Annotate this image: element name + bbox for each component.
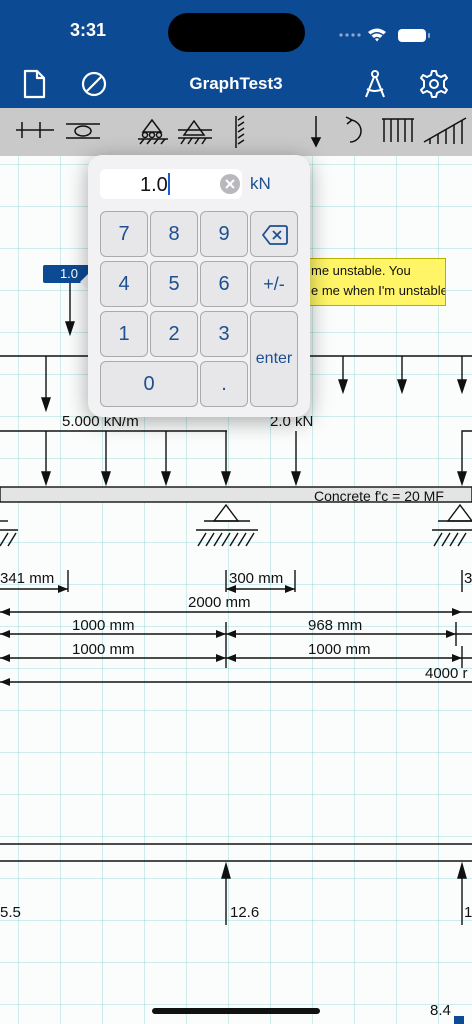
dist-load-arrows: [41, 431, 231, 487]
value-input[interactable]: 1.0: [100, 169, 242, 199]
dim-1000a-label: 1000 mm: [72, 617, 135, 634]
support-right: [432, 503, 472, 547]
key-8[interactable]: 8: [150, 211, 198, 257]
structure-diagram: [0, 283, 472, 1024]
point-load-2kn: [291, 431, 301, 487]
enter-key[interactable]: enter: [250, 311, 298, 407]
key-2[interactable]: 2: [150, 311, 198, 357]
dim-968-label: 968 mm: [308, 617, 363, 634]
value-text: 1.0: [140, 174, 168, 196]
key-4[interactable]: 4: [100, 261, 148, 307]
reaction-bottom-label: 8.4: [430, 1002, 451, 1019]
dim-2000-label: 2000 mm: [188, 594, 251, 611]
dim-341-label: 341 mm: [0, 570, 55, 587]
numeric-keypad-popup: 1.0 kN 7 8 9 4 5 6 +/- 1 2 3 enter 0 .: [88, 155, 310, 417]
dim-3-label: 3: [464, 570, 472, 587]
key-3[interactable]: 3: [200, 311, 248, 357]
warning-line-1: me unstable. You: [311, 263, 411, 278]
clear-icon[interactable]: [220, 174, 240, 194]
unit-label: kN: [250, 174, 271, 193]
instability-warning: me unstable. You e me when I'm unstable: [300, 258, 446, 306]
key-5[interactable]: 5: [150, 261, 198, 307]
material-label: Concrete f'c = 20 MF: [314, 488, 444, 504]
home-indicator: [152, 1008, 320, 1014]
support-left: [0, 520, 18, 547]
reaction-mid-label: 12.6: [230, 904, 260, 921]
key-1[interactable]: 1: [100, 311, 148, 357]
key-0[interactable]: 0: [100, 361, 198, 407]
warning-line-2: e me when I'm unstable: [311, 283, 446, 298]
backspace-key[interactable]: [250, 211, 298, 257]
dim-300-label: 300 mm: [229, 570, 284, 587]
key-decimal[interactable]: .: [200, 361, 248, 407]
scroll-indicator: [454, 1016, 464, 1024]
key-9[interactable]: 9: [200, 211, 248, 257]
text-cursor: [167, 173, 170, 195]
backspace-icon: [262, 225, 288, 245]
key-6[interactable]: 6: [200, 261, 248, 307]
support-mid: [196, 503, 258, 547]
dim-4000-label: 4000 r: [425, 665, 468, 682]
reaction-left-label: 5.5: [0, 904, 21, 921]
dim-1000c-label: 1000 mm: [308, 641, 371, 658]
reaction-right-label: 1: [464, 904, 472, 921]
dim-1000b-label: 1000 mm: [72, 641, 135, 658]
reaction-arrow-mid: [221, 861, 231, 925]
key-7[interactable]: 7: [100, 211, 148, 257]
plus-minus-key[interactable]: +/-: [250, 261, 298, 307]
